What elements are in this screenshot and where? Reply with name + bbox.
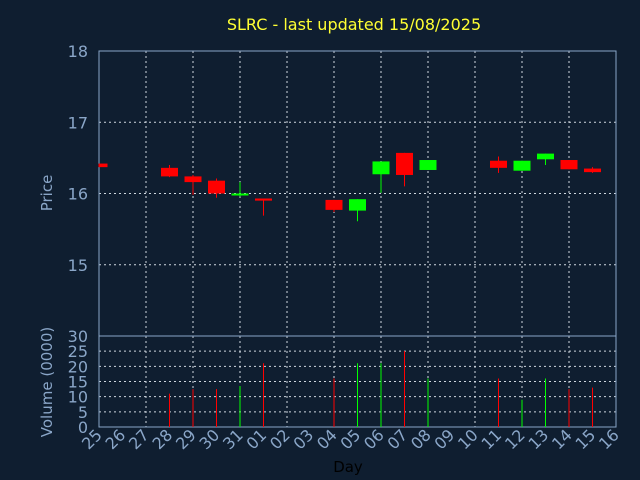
x-tick-labels: 2526272829303101020304050607080910111213… bbox=[78, 425, 623, 453]
volume-panel: 051015202530 bbox=[68, 327, 617, 437]
candle-body bbox=[490, 160, 507, 168]
candle-body bbox=[513, 160, 531, 171]
candle-body bbox=[231, 193, 249, 196]
price-tick-label: 17 bbox=[68, 113, 88, 132]
candle-body bbox=[161, 167, 178, 177]
price-axis-label: Price bbox=[38, 175, 56, 212]
chart-title: SLRC - last updated 15/08/2025 bbox=[227, 15, 481, 34]
volume-axis-label: Volume (0000) bbox=[38, 327, 56, 437]
candle-body bbox=[99, 163, 108, 168]
price-ticks: 15 16 17 18 bbox=[68, 42, 88, 275]
price-tick-label: 15 bbox=[68, 256, 88, 275]
candle-body bbox=[184, 176, 202, 183]
x-tick-label: 16 bbox=[595, 425, 623, 453]
volume-ticks: 051015202530 bbox=[68, 327, 88, 437]
stock-chart: SLRC - last updated 15/08/2025 15161718 … bbox=[38, 15, 623, 476]
candle-body bbox=[349, 199, 366, 211]
candle-body bbox=[419, 160, 437, 170]
candle-body bbox=[372, 161, 390, 175]
candle-body bbox=[325, 199, 343, 210]
price-frame bbox=[98, 50, 617, 337]
candle-body bbox=[208, 180, 225, 194]
candle-body bbox=[537, 153, 554, 160]
volume-tick-label: 30 bbox=[68, 327, 88, 346]
candle-body bbox=[255, 198, 272, 201]
price-tick-label: 18 bbox=[68, 42, 88, 61]
price-tick-label: 16 bbox=[68, 185, 88, 204]
x-axis-label: Day bbox=[333, 458, 363, 476]
price-panel: 15 16 17 18 bbox=[68, 42, 617, 337]
price-grid bbox=[99, 51, 616, 336]
candle-body bbox=[584, 168, 601, 173]
candle-body bbox=[560, 160, 578, 170]
candle-body bbox=[396, 152, 413, 175]
candles bbox=[98, 152, 601, 222]
